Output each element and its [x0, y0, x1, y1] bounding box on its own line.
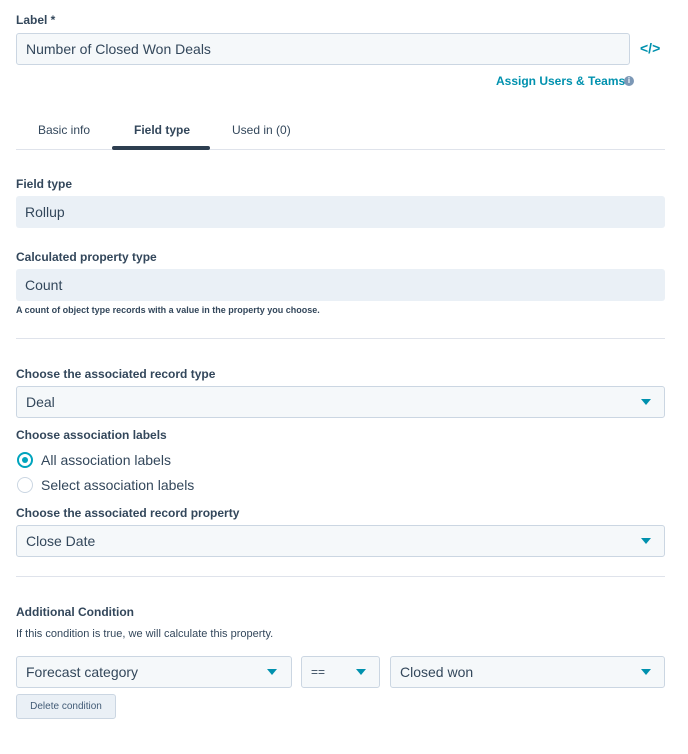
tab-basic-info[interactable]: Basic info: [38, 123, 90, 137]
label-field-label: Label *: [16, 13, 56, 27]
chevron-down-icon: [641, 538, 651, 544]
condition-property-select[interactable]: Forecast category: [16, 656, 292, 688]
section-divider: [16, 338, 665, 339]
additional-condition-description: If this condition is true, we will calcu…: [16, 628, 274, 640]
delete-condition-button[interactable]: Delete condition: [16, 694, 116, 719]
field-type-value: Rollup: [16, 196, 665, 228]
tab-used-in[interactable]: Used in (0): [232, 123, 291, 137]
condition-operator-select[interactable]: ==: [301, 656, 380, 688]
radio-all-association-labels-label[interactable]: All association labels: [41, 452, 171, 468]
condition-value-value: Closed won: [400, 664, 474, 680]
active-tab-indicator: [112, 146, 210, 150]
chevron-down-icon: [641, 669, 651, 675]
chevron-down-icon: [356, 669, 366, 675]
calculated-property-type-help: A count of object type records with a va…: [16, 305, 320, 315]
associated-record-property-value: Close Date: [26, 533, 96, 549]
section-divider: [16, 576, 665, 577]
calculated-property-type-label: Calculated property type: [16, 250, 157, 264]
radio-all-association-labels[interactable]: [17, 452, 33, 468]
condition-property-value: Forecast category: [26, 664, 139, 680]
associated-record-type-label: Choose the associated record type: [16, 367, 216, 381]
info-icon[interactable]: i: [624, 76, 634, 86]
chevron-down-icon: [267, 669, 277, 675]
assign-users-teams-link[interactable]: Assign Users & Teams: [496, 74, 625, 88]
field-type-label: Field type: [16, 177, 73, 191]
associated-record-type-select[interactable]: Deal: [16, 386, 665, 418]
label-input[interactable]: Number of Closed Won Deals: [16, 33, 630, 65]
condition-value-select[interactable]: Closed won: [390, 656, 665, 688]
associated-record-property-select[interactable]: Close Date: [16, 525, 665, 557]
associated-record-type-value: Deal: [26, 394, 55, 410]
association-labels-label: Choose association labels: [16, 428, 167, 442]
radio-select-association-labels[interactable]: [17, 477, 33, 493]
additional-condition-title: Additional Condition: [16, 605, 134, 619]
condition-operator-value: ==: [311, 665, 326, 679]
tab-field-type[interactable]: Field type: [134, 123, 190, 137]
calculated-property-type-value: Count: [16, 269, 665, 301]
radio-select-association-labels-label[interactable]: Select association labels: [41, 477, 194, 493]
chevron-down-icon: [641, 399, 651, 405]
label-input-value: Number of Closed Won Deals: [26, 41, 211, 57]
associated-record-property-label: Choose the associated record property: [16, 506, 240, 520]
code-icon[interactable]: </>: [640, 40, 660, 56]
